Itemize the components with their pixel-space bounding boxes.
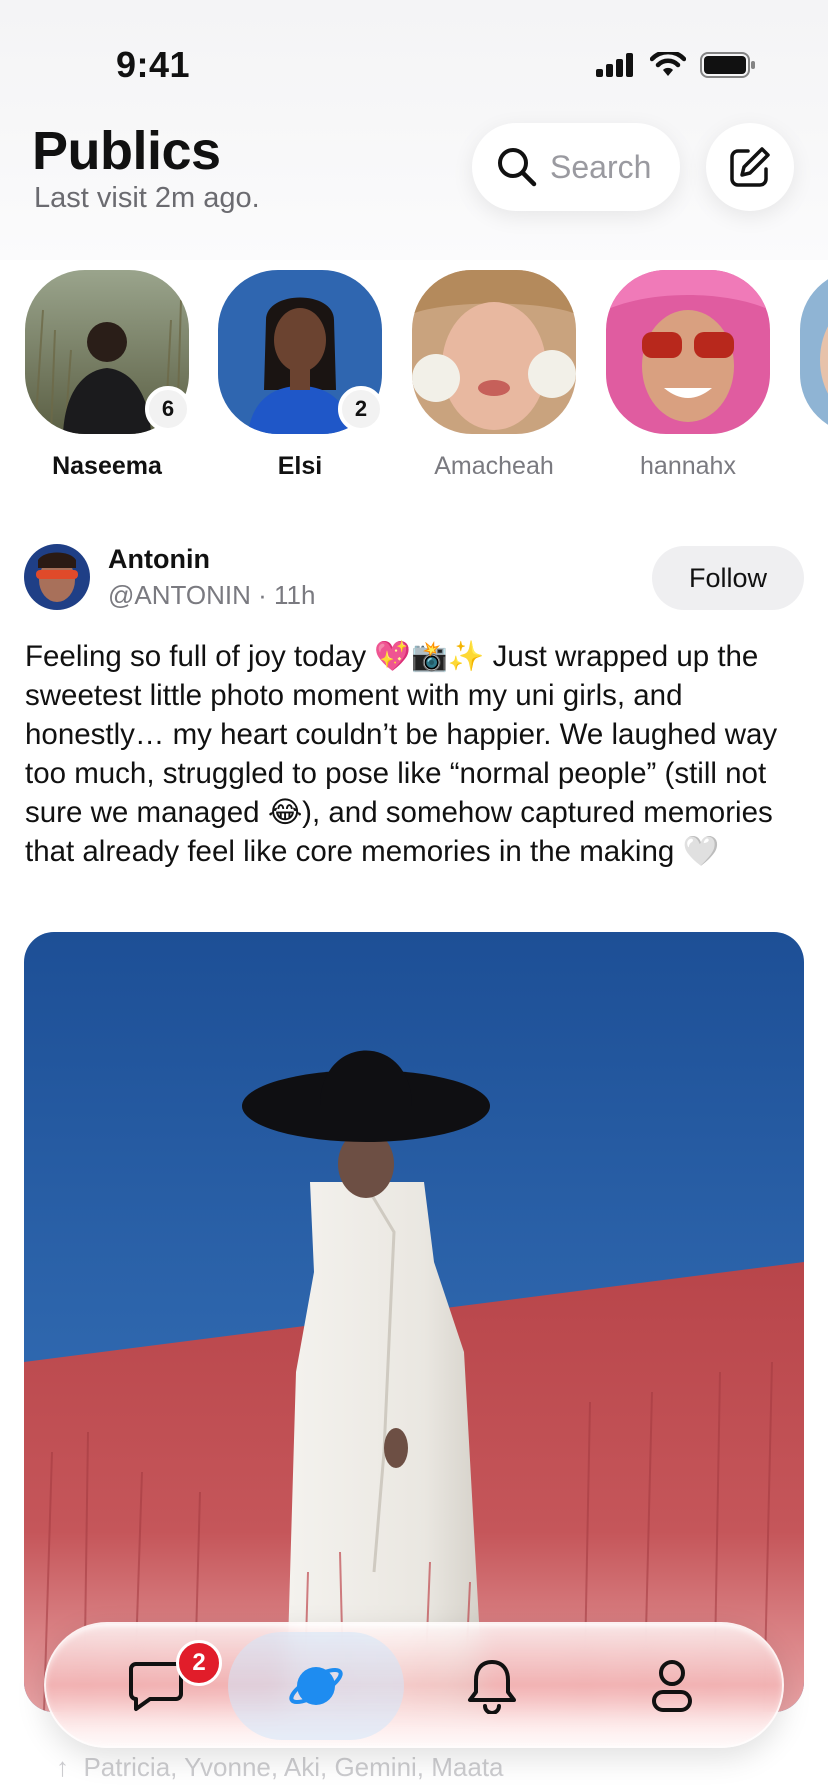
story-avatar[interactable] [606,270,770,434]
post-photo [24,932,804,1712]
post-image[interactable] [24,932,804,1712]
story-photo [800,270,828,434]
story-name: Elsi [277,452,323,480]
story-avatar[interactable] [412,270,576,434]
tab-messages[interactable]: 2 [68,1632,244,1740]
tab-explore[interactable] [228,1632,404,1740]
search-input[interactable]: Search [472,123,680,211]
status-icons [596,52,756,78]
story-count-badge: 6 [145,386,191,432]
story-item[interactable]: 6 Naseema [25,270,191,481]
story-item[interactable]: hannahx [606,270,770,481]
stories-row: 6 Naseema 2 Elsi Amacheah hannahx [0,270,828,490]
follow-button[interactable]: Follow [652,546,804,610]
story-name: Naseema [52,452,162,480]
search-placeholder: Search [550,148,652,185]
reposters-text: Patricia, Yvonne, Aki, Gemini, Maata [83,1752,504,1782]
header: Publics Last visit 2m ago. Search [0,120,828,260]
story-item[interactable]: 2 Elsi [218,270,384,481]
status-bar: 9:41 [0,0,828,120]
author-photo [24,544,90,610]
post-author-name[interactable]: Antonin [108,544,210,575]
tab-bar: 2 [44,1622,784,1748]
story-name: Amacheah [434,452,554,480]
post-handle-time: @ANTONIN · 11h [108,580,316,610]
story-name: hannahx [640,452,736,480]
tab-profile[interactable] [584,1632,760,1740]
planet-icon [289,1667,343,1705]
tab-notifications[interactable] [404,1632,580,1740]
bell-icon [468,1660,516,1714]
story-photo [606,270,770,434]
search-icon [498,148,537,187]
post-text: Feeling so full of joy today 💖📸✨ Just wr… [25,640,778,868]
story-item[interactable]: Amacheah [412,270,576,481]
compose-button[interactable] [706,123,794,211]
repost-arrow-icon: ↑ [56,1752,84,1782]
person-icon [652,1660,692,1712]
next-post-reposters: ↑ Patricia, Yvonne, Aki, Gemini, Maata [56,1752,504,1783]
wifi-icon [650,52,686,76]
status-time: 9:41 [116,44,191,85]
messages-badge: 2 [176,1640,222,1686]
page-title: Publics [32,121,221,181]
compose-icon [730,147,770,187]
story-avatar[interactable] [800,270,828,434]
cellular-signal-icon [596,53,633,77]
battery-icon [700,52,755,78]
story-count-badge: 2 [338,386,384,432]
post-author-avatar[interactable] [24,544,90,610]
story-item[interactable] [800,270,828,434]
last-visit-text: Last visit 2m ago. [34,182,260,214]
story-photo [412,270,576,434]
